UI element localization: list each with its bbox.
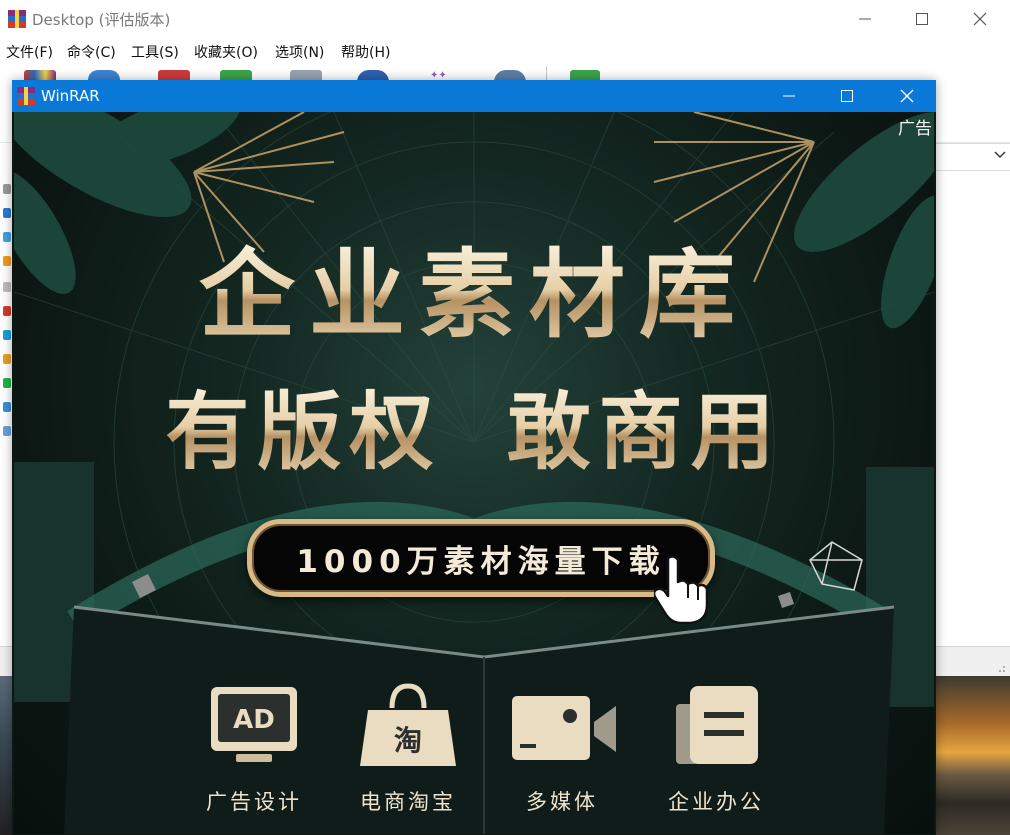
- list-icon: [3, 330, 11, 340]
- list-icon: [3, 208, 11, 218]
- category-label: 电商淘宝: [360, 790, 456, 814]
- category-label: 多媒体: [526, 790, 598, 814]
- category-ad-design[interactable]: AD 广告设计: [184, 682, 324, 816]
- ad-maximize-button[interactable]: [818, 80, 876, 112]
- menu-commands[interactable]: 命令(C): [67, 42, 116, 62]
- maximize-icon: [841, 90, 853, 102]
- close-button[interactable]: [960, 6, 1000, 32]
- category-label: 广告设计: [206, 790, 302, 814]
- menu-options[interactable]: 选项(N): [275, 42, 324, 62]
- list-icon: [3, 306, 11, 316]
- category-multimedia[interactable]: 多媒体: [492, 682, 632, 816]
- ad-minimize-button[interactable]: [760, 80, 818, 112]
- desktop-wallpaper: [0, 676, 12, 835]
- ad-window-title: WinRAR: [41, 87, 100, 105]
- download-cta-button[interactable]: 1000万素材海量下载: [247, 519, 715, 597]
- winrar-ad-window: WinRAR 广告 企业素材库 有版权 敢商用 1000万素材海量下载 AD 广…: [12, 80, 936, 835]
- ad-monitor-icon: AD: [211, 687, 297, 762]
- desktop-wallpaper: [936, 676, 1010, 835]
- toolbar-separator: [546, 66, 547, 80]
- bag-icon-text: 淘: [394, 724, 422, 757]
- category-label: 企业办公: [668, 790, 764, 814]
- video-camera-icon: [512, 696, 616, 760]
- chevron-down-icon: [994, 151, 1006, 158]
- maximize-button[interactable]: [902, 6, 942, 32]
- list-icon: [3, 232, 11, 242]
- list-icon: [3, 426, 11, 436]
- close-icon: [973, 12, 987, 26]
- resize-grip-icon[interactable]: [994, 661, 1006, 673]
- category-office[interactable]: 企业办公: [646, 682, 786, 816]
- ad-icon-text: AD: [233, 705, 275, 735]
- background-window-title: Desktop (评估版本): [32, 11, 171, 29]
- minimize-button[interactable]: [845, 6, 885, 32]
- winrar-app-icon: [17, 87, 35, 105]
- headline-primary: 企业素材库: [14, 240, 934, 350]
- minimize-icon: [859, 18, 871, 20]
- menu-help[interactable]: 帮助(H): [341, 42, 390, 62]
- category-ecommerce[interactable]: 淘 电商淘宝: [338, 682, 478, 816]
- shopping-bag-icon: 淘: [360, 683, 456, 766]
- document-icon: [676, 686, 758, 764]
- ad-label: 广告: [898, 119, 932, 139]
- headline-secondary: 有版权 敢商用: [14, 382, 934, 482]
- menu-file[interactable]: 文件(F): [6, 42, 53, 62]
- background-title-bar[interactable]: Desktop (评估版本): [0, 0, 1010, 38]
- file-list-left-edge: [0, 176, 12, 646]
- ad-close-button[interactable]: [878, 80, 936, 112]
- list-icon: [3, 256, 11, 266]
- menu-tools[interactable]: 工具(S): [131, 42, 179, 62]
- maximize-icon: [916, 13, 928, 25]
- address-bar[interactable]: [936, 143, 1010, 171]
- hand-pointer-icon: [654, 555, 709, 624]
- ad-window-title-bar[interactable]: WinRAR: [12, 80, 936, 112]
- cta-label: 1000万素材海量下载: [296, 543, 666, 580]
- list-icon: [3, 402, 11, 412]
- winrar-app-icon: [8, 10, 26, 28]
- list-icon: [3, 378, 11, 388]
- list-icon: [3, 184, 11, 194]
- menu-favorites[interactable]: 收藏夹(O): [194, 42, 258, 62]
- minimize-icon: [783, 95, 795, 97]
- ad-banner[interactable]: 广告 企业素材库 有版权 敢商用 1000万素材海量下载 AD 广告设计 淘 电…: [14, 112, 934, 834]
- close-icon: [900, 89, 914, 103]
- list-icon: [3, 282, 11, 292]
- list-icon: [3, 354, 11, 364]
